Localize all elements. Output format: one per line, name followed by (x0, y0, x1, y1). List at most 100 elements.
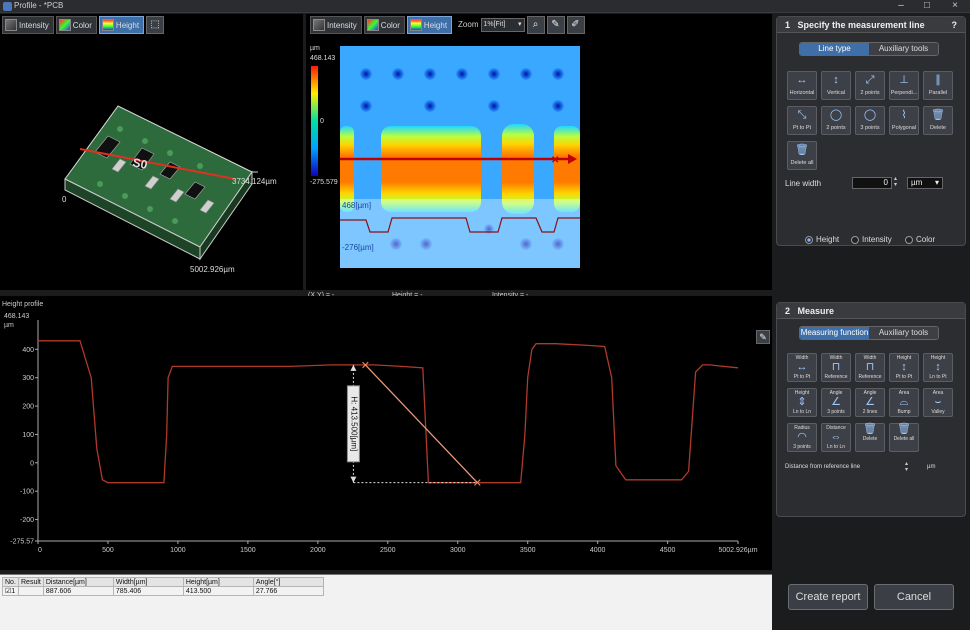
tab-auxiliary-tools[interactable]: Auxiliary tools (869, 43, 938, 55)
3d-view-pane[interactable]: Intensity Color Height ⬚ S0 3734.124µm 5… (0, 14, 303, 290)
overlay-max-label: 468[µm] (342, 201, 371, 210)
tool-label: Delete (930, 125, 946, 131)
horizontal-line-icon: ↔ (796, 74, 808, 86)
tool-label: 3 points (793, 444, 811, 450)
tool-delete-button[interactable]: 🗑 Delete (855, 423, 885, 452)
tool-label: Ln to Pt (929, 374, 947, 380)
tool-radius-button[interactable]: Radius ◠ 3 points (787, 423, 817, 452)
arrow-down-icon (350, 476, 357, 483)
x-tick-label: 4000 (590, 547, 606, 554)
tool-delete-all-button[interactable]: 🗑 Delete all (787, 141, 817, 170)
tool-label: Perpendi... (890, 90, 918, 96)
width-pt-to-pt-icon: ↔ (796, 361, 808, 373)
close-button[interactable]: × (944, 0, 966, 13)
line-width-spinner[interactable]: ▴ ▾ (894, 176, 897, 188)
measurement-label: H: 413.500[µm] (349, 396, 358, 451)
help-icon[interactable]: ? (952, 17, 958, 33)
height-ln-to-ln-icon: ⇕ (797, 396, 807, 408)
parallel-icon: ∥ (935, 74, 941, 86)
overlay-min-label: -276[µm] (342, 243, 374, 252)
tool-circle-two-points-button[interactable]: ◯ 2 points (821, 106, 851, 135)
distance-icon: ⇔ (830, 431, 842, 443)
y-tick-label: 0 (30, 460, 34, 467)
tool-label: 2 lines (862, 409, 878, 415)
tool-perpendicular-button[interactable]: ⊥ Perpendi... (889, 71, 919, 100)
tool-height-pt-to-pt-button[interactable]: Height ↕ Pt to Pt (889, 353, 919, 382)
tool-label: 2 points (826, 125, 846, 131)
tab-auxiliary-tools[interactable]: Auxiliary tools (869, 327, 938, 339)
y-tick-label: -200 (20, 517, 34, 524)
scale-min: -275.579 (310, 179, 338, 186)
tool-distance-button[interactable]: Distance ⇔ Ln to Ln (821, 423, 851, 452)
ref-line-spinner[interactable]: ▴ ▾ (905, 461, 908, 473)
angle-2-lines-icon: ∠ (865, 396, 875, 408)
minimize-button[interactable]: – (890, 0, 912, 13)
heightmap-pane[interactable]: Intensity Color Height Zoom 1%[Fit] ▾ ⌕ ✎… (306, 14, 772, 299)
tool-label: 2 points (860, 90, 880, 96)
y-tick-label: 400 (22, 347, 34, 354)
width-reference2-icon: ⊓ (865, 361, 875, 373)
tool-polygonal-button[interactable]: ⌇ Polygonal (889, 106, 919, 135)
panel1-header: 1 Specify the measurement line ? (777, 17, 965, 33)
tool-pt-to-pt-button[interactable]: ⤡ Pt to Pt (787, 106, 817, 135)
tool-horizontal-line-button[interactable]: ↔ Horizontal (787, 71, 817, 100)
tool-angle-3-points-button[interactable]: Angle ∠ 3 points (821, 388, 851, 417)
tool-area-valley-button[interactable]: Area ⌣ Valley (923, 388, 953, 417)
heightmap-image[interactable]: µm 468.143 0 -275.579 ✕ 468[µm] -276[µm] (306, 14, 772, 290)
tool-height-ln-to-ln-button[interactable]: Height ⇕ Ln to Ln (787, 388, 817, 417)
height-profile-pane[interactable]: Height profile 468.143 µm ✎ 0 500 1000 1500… (0, 296, 772, 570)
results-table: No. Result Distance[µm] Width[µm] Height… (2, 577, 324, 596)
tool-parallel-button[interactable]: ∥ Parallel (923, 71, 953, 100)
3d-y-dimension: 3734.124µm (232, 177, 277, 186)
table-row[interactable]: ☑1 887.606 785.406 413.500 27.766 (2, 586, 324, 596)
line-width-unit-select[interactable]: µm ▾ (907, 177, 943, 189)
mode-intensity-radio[interactable]: Intensity (851, 235, 892, 244)
app-icon (3, 2, 12, 11)
tool-width-reference2-button[interactable]: Width ⊓ Reference (855, 353, 885, 382)
ref-line-label: Distance from reference line (785, 464, 861, 470)
y-tick-label: 300 (22, 375, 34, 382)
tool-label: Bump (897, 409, 911, 415)
tool-width-pt-to-pt-button[interactable]: Width ↔ Pt to Pt (787, 353, 817, 382)
tool-vertical-line-button[interactable]: ↕ Vertical (821, 71, 851, 100)
x-tick-label: 2000 (310, 547, 326, 554)
x-tick-label: 4500 (660, 547, 676, 554)
height-profile-chart[interactable]: 0 500 1000 1500 2000 2500 3000 3500 4000 4500 5002… (0, 296, 772, 570)
tool-two-points-button[interactable]: ⤢ 2 points (855, 71, 885, 100)
tab-measuring-function[interactable]: Measuring function (800, 327, 869, 339)
point-marker-start: ✕ (361, 360, 370, 372)
tool-label: 3 points (827, 409, 845, 415)
chevron-down-icon: ▾ (934, 178, 939, 187)
tool-circle-three-points-button[interactable]: ◯ 3 points (855, 106, 885, 135)
cancel-button[interactable]: Cancel (874, 584, 954, 610)
tool-label: Ln to Ln (826, 444, 846, 450)
tool-label: Valley (931, 409, 945, 415)
point-marker-end: ✕ (473, 478, 482, 490)
profile-series-line (38, 340, 738, 484)
maximize-button[interactable]: □ (916, 0, 938, 13)
tool-angle-2-lines-button[interactable]: Angle ∠ 2 lines (855, 388, 885, 417)
mode-color-radio[interactable]: Color (905, 235, 935, 244)
tab-line-type[interactable]: Line type (800, 43, 869, 55)
tool-delete-all-button[interactable]: 🗑 Delete all (889, 423, 919, 452)
tool-label: 3 points (860, 125, 880, 131)
tool-area-bump-button[interactable]: Area ⌓ Bump (889, 388, 919, 417)
tool-width-reference-button[interactable]: Width ⊓ Reference (821, 353, 851, 382)
width-reference-icon: ⊓ (831, 361, 841, 373)
panel2-tabs: Measuring function Auxiliary tools (799, 326, 939, 340)
tool-label: Delete all (893, 436, 915, 442)
delete-all-icon: 🗑 (897, 423, 911, 435)
tool-height-ln-to-pt-button[interactable]: Height ↕ Ln to Pt (923, 353, 953, 382)
mode-height-radio[interactable]: Height (805, 235, 839, 244)
3d-x-dimension: 5002.926µm (190, 265, 235, 274)
pt-to-pt-icon: ⤡ (797, 109, 807, 121)
tool-delete-button[interactable]: 🗑 Delete (923, 106, 953, 135)
line-width-label: Line width (785, 179, 822, 188)
create-report-button[interactable]: Create report (788, 584, 868, 610)
tool-label: Polygonal (891, 125, 917, 131)
circle-three-points-icon: ◯ (863, 109, 877, 121)
tool-label: Parallel (928, 90, 948, 96)
col-no: No. (2, 577, 19, 587)
line-width-input[interactable]: 0 (852, 177, 892, 189)
results-header-row: No. Result Distance[µm] Width[µm] Height… (2, 577, 324, 587)
